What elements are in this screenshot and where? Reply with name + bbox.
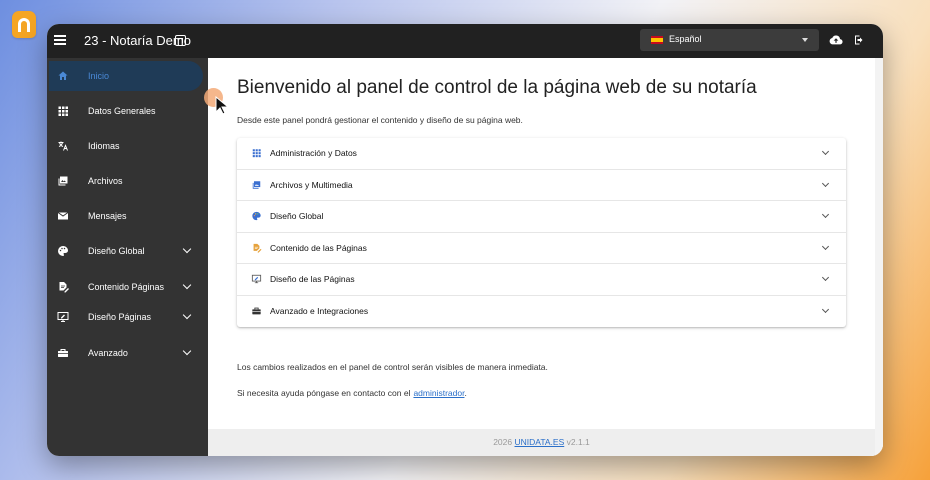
sidebar-item-archivos[interactable]: Archivos	[49, 166, 203, 196]
grid-icon	[252, 149, 261, 158]
page-title: Bienvenido al panel de control de la pág…	[237, 77, 757, 98]
images-icon	[252, 180, 261, 189]
chevron-down-icon	[182, 244, 192, 254]
help-note-text: Si necesita ayuda póngase en contacto co…	[237, 388, 411, 398]
footer-version: v2.1.1	[566, 437, 590, 447]
logout-icon[interactable]	[853, 34, 865, 46]
accordion-label: Diseño Global	[270, 211, 324, 222]
sidebar-item-label: Contenido Páginas	[88, 282, 165, 292]
sidebar-item-diseno-global[interactable]: Diseño Global	[49, 236, 203, 266]
edit-document-icon	[253, 243, 262, 253]
sidebar-item-datos-generales[interactable]: Datos Generales	[49, 96, 203, 126]
language-label: Español	[669, 34, 702, 44]
sidebar-item-label: Diseño Páginas	[88, 312, 152, 322]
accordion-label: Administración y Datos	[270, 148, 357, 158]
chevron-down-icon	[821, 147, 830, 156]
open-external-icon[interactable]	[175, 35, 186, 46]
language-select[interactable]: Español	[640, 29, 819, 51]
sidebar-item-label: Avanzado	[88, 348, 128, 358]
sidebar-item-label: Mensajes	[88, 211, 127, 221]
mouse-cursor-icon	[215, 96, 230, 115]
accordion-item-administracion[interactable]: Administración y Datos	[237, 138, 846, 170]
sidebar-item-contenido-paginas[interactable]: Contenido Páginas	[49, 272, 203, 302]
accordion-item-contenido[interactable]: Contenido de las Páginas	[237, 233, 846, 265]
accordion-item-avanzado[interactable]: Avanzado e Integraciones	[237, 296, 846, 327]
sidebar-item-idiomas[interactable]: Idiomas	[49, 131, 203, 161]
images-icon	[58, 176, 68, 186]
chevron-down-icon	[821, 211, 830, 219]
page-description: Desde este panel pondrá gestionar el con…	[237, 115, 523, 125]
caret-down-icon	[802, 38, 808, 42]
sidebar-item-mensajes[interactable]: Mensajes	[49, 201, 203, 231]
sidebar-item-label: Archivos	[88, 176, 123, 186]
grid-icon	[58, 106, 68, 116]
company-link[interactable]: UNIDATA.ES	[515, 437, 565, 447]
translate-icon	[58, 141, 68, 151]
sidebar-item-label: Diseño Global	[88, 246, 145, 256]
toolbox-icon	[252, 307, 261, 315]
sidebar: Inicio Datos Generales Idiomas Archivos …	[47, 58, 208, 456]
scrollbar[interactable]	[875, 58, 883, 456]
mail-icon	[57, 212, 69, 220]
administrator-link[interactable]: administrador	[413, 388, 464, 398]
help-note: Si necesita ayuda póngase en contacto co…	[237, 388, 467, 398]
menu-icon[interactable]	[54, 35, 66, 45]
sidebar-item-label: Datos Generales	[88, 106, 156, 116]
main-content: Bienvenido al panel de control de la pág…	[208, 58, 883, 456]
sidebar-item-avanzado[interactable]: Avanzado	[49, 338, 203, 368]
accordion-label: Archivos y Multimedia	[270, 179, 353, 190]
chevron-down-icon	[821, 242, 830, 250]
accordion-item-diseno-paginas[interactable]: Diseño de las Páginas	[237, 264, 846, 296]
accordion-item-diseno-global[interactable]: Diseño Global	[237, 201, 846, 233]
sidebar-item-label: Inicio	[88, 71, 110, 81]
sections-accordion: Administración y Datos Archivos y Multim…	[237, 138, 846, 327]
home-icon	[58, 71, 68, 80]
app-window: 23 - Notaría Demo Español Inicio Datos G…	[47, 24, 883, 456]
monitor-edit-icon	[251, 275, 262, 284]
chevron-down-icon	[821, 179, 830, 187]
toolbox-icon	[58, 349, 68, 357]
monitor-edit-icon	[57, 312, 69, 322]
chevron-down-icon	[182, 346, 192, 356]
footer: 2026 UNIDATA.ES v2.1.1	[208, 429, 875, 456]
edit-document-icon	[59, 282, 69, 293]
sidebar-item-inicio[interactable]: Inicio	[49, 61, 203, 91]
accordion-item-archivos[interactable]: Archivos y Multimedia	[237, 170, 846, 202]
chevron-down-icon	[821, 274, 830, 282]
footer-year: 2026	[493, 437, 513, 447]
sidebar-item-diseno-paginas[interactable]: Diseño Páginas	[49, 302, 203, 332]
sidebar-item-label: Idiomas	[88, 141, 120, 151]
changes-note: Los cambios realizados en el panel de co…	[237, 362, 548, 372]
accordion-label: Diseño de las Páginas	[270, 274, 355, 285]
chevron-down-icon	[182, 310, 192, 320]
brand-logo	[12, 11, 36, 38]
help-note-suffix: .	[464, 388, 467, 398]
accordion-label: Avanzado e Integraciones	[270, 305, 369, 316]
palette-icon	[252, 212, 261, 221]
top-app-bar: 23 - Notaría Demo Español	[47, 24, 883, 58]
accordion-label: Contenido de las Páginas	[270, 242, 367, 253]
cloud-upload-icon[interactable]	[829, 34, 843, 46]
spain-flag-icon	[651, 36, 663, 44]
palette-icon	[58, 246, 68, 256]
chevron-down-icon	[821, 305, 830, 314]
chevron-down-icon	[182, 280, 192, 290]
